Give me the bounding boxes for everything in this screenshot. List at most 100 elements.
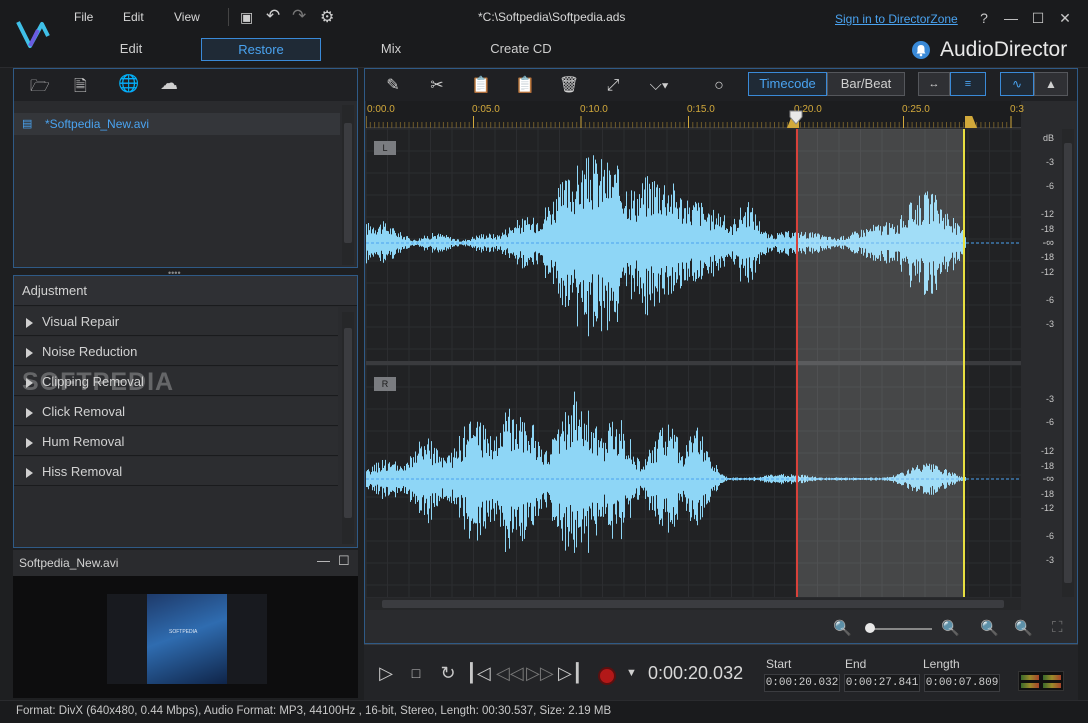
snap-waveform-icon[interactable]: ↔	[918, 72, 950, 96]
library-file-row[interactable]: ▤ *Softpedia_New.avi	[14, 113, 340, 135]
video-thumbnail: SOFTPEDIA	[147, 594, 227, 684]
copy-icon[interactable]: 📋	[469, 75, 493, 97]
tab-create-cd[interactable]: Create CD	[461, 38, 581, 61]
menu-edit[interactable]: Edit	[123, 10, 144, 24]
zoom-out-icon[interactable]: 🔍	[833, 619, 852, 637]
ripple-edit-icon[interactable]: ≡	[950, 72, 986, 96]
preview-maximize-button[interactable]: ☐	[338, 553, 350, 569]
tab-restore[interactable]: Restore	[201, 38, 321, 61]
track-label-right: R	[374, 377, 396, 391]
softpedia-watermark: SOFTPEDIA	[22, 368, 175, 396]
editor-vertical-scrollbar[interactable]	[1062, 129, 1074, 597]
waveform-view-icon[interactable]: ∿	[1000, 72, 1034, 96]
zoom-slider[interactable]	[868, 628, 932, 630]
adjustment-panel: Adjustment Visual Repair Noise Reduction…	[13, 275, 358, 548]
cut-scissors-icon[interactable]: ✂	[425, 75, 449, 97]
length-time-field[interactable]: 0:00:07.809	[924, 674, 1000, 692]
video-frame: SOFTPEDIA	[107, 594, 267, 684]
level-meter	[1018, 671, 1064, 691]
ruler-tick-10: 0:10.0	[580, 104, 608, 115]
spectrum-view-icon[interactable]: ▲	[1034, 72, 1068, 96]
preview-title: Softpedia_New.avi	[19, 556, 119, 570]
ruler-tick-0: 0:00.0	[367, 104, 395, 115]
expand-arrow-icon	[26, 347, 33, 358]
selection-end-line[interactable]	[963, 129, 965, 597]
tab-mix[interactable]: Mix	[331, 38, 451, 61]
video-file-icon: ▤	[22, 118, 33, 130]
app-logo-icon	[16, 21, 50, 48]
settings-gear-icon[interactable]: ⚙	[320, 7, 334, 27]
skip-end-button[interactable]: ▷┃	[558, 661, 583, 685]
fit-view-icon[interactable]: ⛶	[1052, 619, 1063, 636]
editor-toolbar: ✎ ✂ 📋 📋 🗑 ⤢ ⌵▾ ○ Timecode Bar/Beat ↔ ≡ ∿…	[365, 69, 1077, 101]
loop-button[interactable]: ↻	[436, 661, 460, 685]
transport-bar: ▷ □ ↻ ┃◁ ◁◁ ▷▷ ▷┃ ▼ 0:00:20.032 Start En…	[364, 644, 1078, 700]
adjustment-item-visual-repair[interactable]: Visual Repair	[14, 307, 338, 336]
selection-region[interactable]	[796, 129, 964, 597]
adjustment-item-noise-reduction[interactable]: Noise Reduction	[14, 337, 338, 366]
status-bar: Format: DivX (640x480, 0.44 Mbps), Audio…	[0, 700, 1088, 723]
zoom-in-icon[interactable]: 🔍	[941, 619, 960, 637]
menu-view[interactable]: View	[174, 10, 200, 24]
help-button[interactable]: ?	[973, 8, 995, 28]
start-time-field[interactable]: 0:00:20.032	[764, 674, 840, 692]
web-globe-icon[interactable]: 🌐	[118, 74, 139, 94]
record-options-dropdown-icon[interactable]: ▼	[626, 667, 637, 679]
preview-minimize-button[interactable]: —	[317, 553, 330, 568]
playhead-marker-icon[interactable]	[789, 110, 803, 126]
stop-button[interactable]: □	[404, 661, 428, 685]
import-media-icon[interactable]: 🗁	[30, 75, 50, 102]
notification-bell-icon[interactable]	[912, 41, 930, 59]
expand-arrow-icon	[26, 467, 33, 478]
play-button[interactable]: ▷	[374, 661, 398, 685]
adjustment-item-hiss-removal[interactable]: Hiss Removal	[14, 457, 338, 486]
selection-start-line[interactable]	[796, 129, 798, 597]
minimize-button[interactable]: —	[1000, 8, 1022, 28]
end-time-field[interactable]: 0:00:27.841	[844, 674, 920, 692]
ruler-minor-ticks	[366, 116, 1012, 128]
skip-start-button[interactable]: ┃◁	[466, 661, 491, 685]
rewind-button[interactable]: ◁◁	[496, 661, 524, 685]
export-icon[interactable]: 🗎	[74, 75, 87, 102]
crop-icon[interactable]: ⤢	[601, 75, 625, 97]
insert-dropdown-icon[interactable]: ⌵▾	[647, 75, 671, 97]
timecode-toggle[interactable]: Timecode	[748, 72, 827, 96]
delete-trash-icon[interactable]: 🗑	[557, 75, 581, 97]
adjustment-item-click-removal[interactable]: Click Removal	[14, 397, 338, 426]
adjustment-header: Adjustment	[14, 276, 357, 306]
ruler-tick-15: 0:15.0	[687, 104, 715, 115]
edit-properties-icon[interactable]: ✎	[381, 75, 405, 97]
library-file-name: *Softpedia_New.avi	[45, 117, 150, 131]
maximize-button[interactable]: ☐	[1027, 8, 1049, 28]
end-label: End	[845, 657, 867, 671]
preview-header: Softpedia_New.avi — ☐	[13, 550, 358, 576]
sign-in-link[interactable]: Sign in to DirectorZone	[835, 12, 958, 26]
record-button[interactable]	[598, 667, 616, 685]
undo-icon[interactable]: ↶	[266, 6, 280, 26]
menu-file[interactable]: File	[74, 10, 93, 24]
close-button[interactable]: ✕	[1054, 8, 1076, 28]
track-label-left: L	[374, 141, 396, 155]
library-scrollbar[interactable]	[342, 105, 354, 265]
adjustment-scrollbar[interactable]	[342, 312, 354, 544]
tab-edit[interactable]: Edit	[71, 38, 191, 61]
zoom-slider-thumb[interactable]	[865, 623, 875, 633]
cloud-icon[interactable]: ☁	[160, 73, 178, 94]
thumbnail-logo-text: SOFTPEDIA	[169, 629, 198, 635]
editor-horizontal-scrollbar[interactable]	[366, 598, 1021, 610]
current-time-display: 0:00:20.032	[648, 663, 744, 683]
paste-icon[interactable]: 📋	[513, 75, 537, 97]
title-bar: File Edit View ▣ ↶ ↷ ⚙ *C:\Softpedia\Sof…	[0, 0, 1088, 68]
adjustment-item-hum-removal[interactable]: Hum Removal	[14, 427, 338, 456]
library-panel: 🗁 🗎 🌐 ☁ ▤ *Softpedia_New.avi	[13, 68, 358, 268]
save-icon[interactable]: ▣	[240, 9, 253, 26]
fast-forward-button[interactable]: ▷▷	[526, 661, 554, 685]
vertical-zoom-in-icon[interactable]: 🔍	[1014, 619, 1033, 637]
monitor-listen-icon[interactable]: ○	[707, 75, 731, 97]
vertical-zoom-out-icon[interactable]: 🔍	[980, 619, 999, 637]
expand-arrow-icon	[26, 407, 33, 418]
barbeat-toggle[interactable]: Bar/Beat	[827, 72, 905, 96]
app-name: AudioDirector	[940, 38, 1068, 61]
redo-icon[interactable]: ↷	[292, 6, 306, 26]
library-toolbar: 🗁 🗎 🌐 ☁	[14, 69, 357, 101]
